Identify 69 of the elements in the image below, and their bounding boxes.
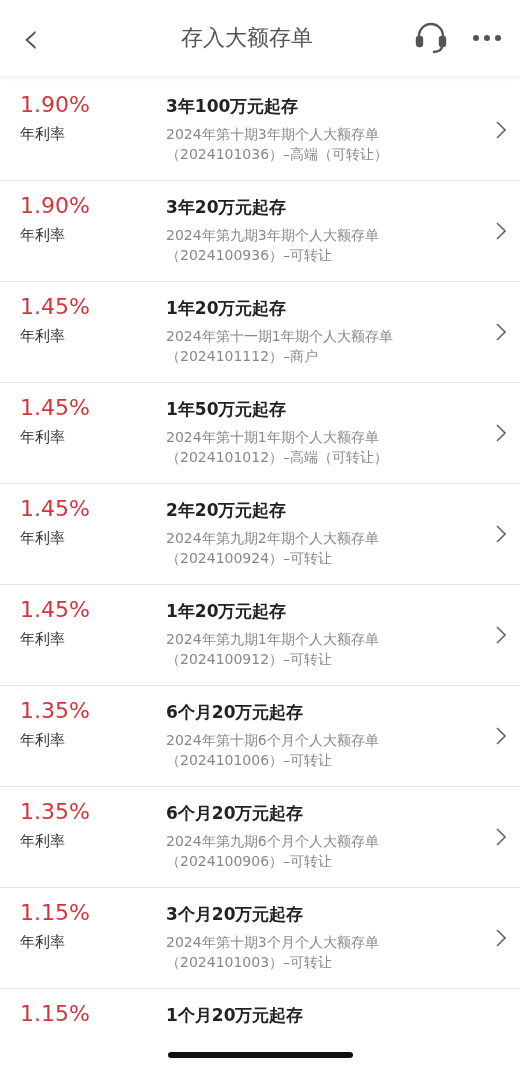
- chevron-right-icon: [496, 525, 506, 543]
- product-title: 6个月20万元起存: [166, 701, 304, 724]
- product-description: （2024101112）–商户: [166, 348, 319, 364]
- rate-label: 年利率: [20, 125, 65, 144]
- headset-icon[interactable]: [414, 21, 448, 55]
- chevron-right-icon: [496, 121, 506, 139]
- interest-rate: 1.90%: [20, 193, 90, 218]
- interest-rate: 1.35%: [20, 698, 90, 723]
- interest-rate: 1.15%: [20, 900, 90, 925]
- rate-label: 年利率: [20, 933, 65, 952]
- rate-label: 年利率: [20, 832, 65, 851]
- deposit-item[interactable]: 1.35% 年利率 6个月20万元起存 2024年第九期6个月个人大额存单 （2024100906）–可转让: [0, 787, 520, 888]
- product-description: 2024年第九期6个月个人大额存单: [166, 833, 379, 849]
- product-description: 2024年第九期3年期个人大额存单: [166, 227, 379, 243]
- product-description: 2024年第十一期1年期个人大额存单: [166, 328, 393, 344]
- interest-rate: 1.15%: [20, 1001, 90, 1026]
- rate-label: 年利率: [20, 529, 65, 548]
- rate-label: 年利率: [20, 327, 65, 346]
- product-description: （2024100906）–可转让: [166, 853, 333, 869]
- product-description: （2024101006）–可转让: [166, 752, 333, 768]
- product-description: 2024年第九期1年期个人大额存单: [166, 631, 379, 647]
- product-title: 3年20万元起存: [166, 196, 287, 219]
- deposit-item[interactable]: 1.45% 年利率 1年20万元起存 2024年第九期1年期个人大额存单 （2024100912）–可转让: [0, 585, 520, 686]
- product-description: 2024年第九期2年期个人大额存单: [166, 530, 379, 546]
- product-description: （2024101003）–可转让: [166, 954, 333, 970]
- product-description: 2024年第十期1年期个人大额存单: [166, 429, 379, 445]
- deposit-item[interactable]: 1.90% 年利率 3年20万元起存 2024年第九期3年期个人大额存单 （2024100936）–可转让: [0, 181, 520, 282]
- product-description: （2024100924）–可转让: [166, 550, 333, 566]
- deposit-item[interactable]: 1.90% 年利率 3年100万元起存 2024年第十期3年期个人大额存单 （2024101036）–高端（可转让）: [0, 80, 520, 181]
- rate-label: 年利率: [20, 731, 65, 750]
- deposit-item[interactable]: 1.35% 年利率 6个月20万元起存 2024年第十期6个月个人大额存单 （2024101006）–可转让: [0, 686, 520, 787]
- deposit-item[interactable]: 1.45% 年利率 1年20万元起存 2024年第十一期1年期个人大额存单 （2024101112）–商户: [0, 282, 520, 383]
- product-title: 1个月20万元起存: [166, 1004, 304, 1026]
- chevron-right-icon: [496, 626, 506, 644]
- product-description: 2024年第十期3年期个人大额存单: [166, 126, 379, 142]
- product-description: （2024101036）–高端（可转让）: [166, 146, 389, 162]
- rate-label: 年利率: [20, 428, 65, 447]
- product-title: 1年20万元起存: [166, 297, 287, 320]
- chevron-right-icon: [496, 828, 506, 846]
- product-title: 1年50万元起存: [166, 398, 287, 421]
- product-title: 1年20万元起存: [166, 600, 287, 623]
- chevron-right-icon: [496, 222, 506, 240]
- chevron-right-icon: [496, 727, 506, 745]
- chevron-right-icon: [496, 424, 506, 442]
- interest-rate: 1.90%: [20, 92, 90, 117]
- product-description: 2024年第十期3个月个人大额存单: [166, 934, 379, 950]
- interest-rate: 1.45%: [20, 395, 90, 420]
- chevron-right-icon: [496, 323, 506, 341]
- product-title: 2年20万元起存: [166, 499, 287, 522]
- deposit-item[interactable]: 1.15% 年利率 3个月20万元起存 2024年第十期3个月个人大额存单 （2024101003）–可转让: [0, 888, 520, 989]
- back-button[interactable]: ‹: [18, 16, 44, 60]
- chevron-right-icon: [496, 929, 506, 947]
- product-title: 3年100万元起存: [166, 95, 299, 118]
- deposit-item[interactable]: 1.45% 年利率 1年50万元起存 2024年第十期1年期个人大额存单 （2024101012）–高端（可转让）: [0, 383, 520, 484]
- product-title: 3个月20万元起存: [166, 903, 304, 926]
- rate-label: 年利率: [20, 226, 65, 245]
- product-description: （2024101012）–高端（可转让）: [166, 449, 389, 465]
- deposit-item[interactable]: 1.45% 年利率 2年20万元起存 2024年第九期2年期个人大额存单 （2024100924）–可转让: [0, 484, 520, 585]
- product-description: 2024年第十期6个月个人大额存单: [166, 732, 379, 748]
- product-description: （2024100936）–可转让: [166, 247, 333, 263]
- interest-rate: 1.35%: [20, 799, 90, 824]
- more-icon[interactable]: [472, 34, 502, 42]
- interest-rate: 1.45%: [20, 294, 90, 319]
- product-title: 6个月20万元起存: [166, 802, 304, 825]
- rate-label: 年利率: [20, 630, 65, 649]
- interest-rate: 1.45%: [20, 496, 90, 521]
- interest-rate: 1.45%: [20, 597, 90, 622]
- page-title: 存入大额存单: [179, 24, 314, 52]
- product-description: （2024100912）–可转让: [166, 651, 333, 667]
